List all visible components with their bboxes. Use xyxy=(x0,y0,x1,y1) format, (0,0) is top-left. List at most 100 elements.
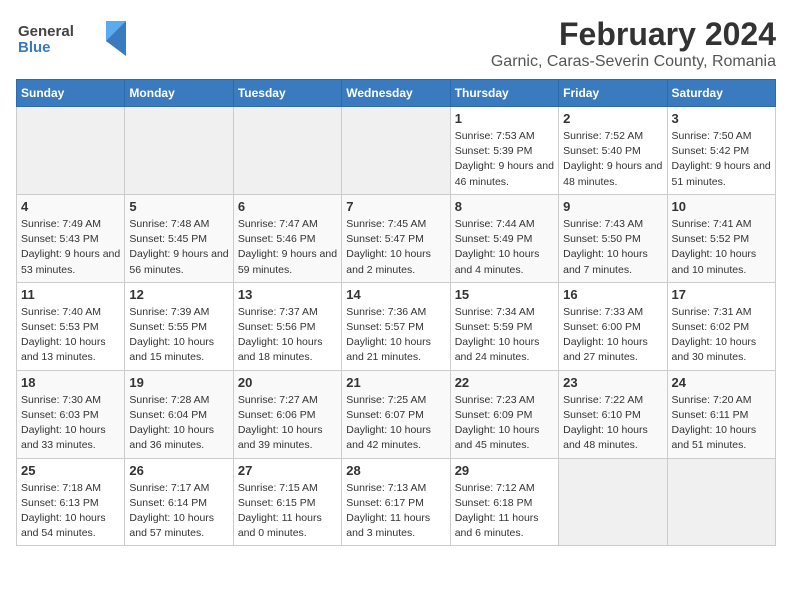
calendar-table: Sunday Monday Tuesday Wednesday Thursday… xyxy=(16,79,776,546)
day-number: 23 xyxy=(563,375,662,390)
day-info: Sunrise: 7:33 AMSunset: 6:00 PMDaylight:… xyxy=(563,305,662,366)
header-saturday: Saturday xyxy=(667,80,775,107)
day-info: Sunrise: 7:37 AMSunset: 5:56 PMDaylight:… xyxy=(238,305,337,366)
calendar-cell: 9 Sunrise: 7:43 AMSunset: 5:50 PMDaylight… xyxy=(559,194,667,282)
day-info: Sunrise: 7:47 AMSunset: 5:46 PMDaylight:… xyxy=(238,217,337,278)
calendar-cell: 11 Sunrise: 7:40 AMSunset: 5:53 PMDayligh… xyxy=(17,282,125,370)
day-info: Sunrise: 7:39 AMSunset: 5:55 PMDaylight:… xyxy=(129,305,228,366)
svg-text:General: General xyxy=(18,23,74,40)
calendar-cell: 17 Sunrise: 7:31 AMSunset: 6:02 PMDayligh… xyxy=(667,282,775,370)
day-info: Sunrise: 7:13 AMSunset: 6:17 PMDaylight:… xyxy=(346,481,445,542)
day-number: 19 xyxy=(129,375,228,390)
weekday-header-row: Sunday Monday Tuesday Wednesday Thursday… xyxy=(17,80,776,107)
day-number: 11 xyxy=(21,287,120,302)
day-number: 14 xyxy=(346,287,445,302)
calendar-cell xyxy=(233,107,341,195)
day-info: Sunrise: 7:50 AMSunset: 5:42 PMDaylight:… xyxy=(672,129,771,190)
day-info: Sunrise: 7:22 AMSunset: 6:10 PMDaylight:… xyxy=(563,393,662,454)
day-number: 29 xyxy=(455,463,554,478)
day-number: 8 xyxy=(455,199,554,214)
calendar-title: February 2024 xyxy=(491,16,776,53)
day-number: 20 xyxy=(238,375,337,390)
calendar-cell: 4 Sunrise: 7:49 AMSunset: 5:43 PMDaylight… xyxy=(17,194,125,282)
calendar-cell xyxy=(342,107,450,195)
day-number: 16 xyxy=(563,287,662,302)
day-number: 18 xyxy=(21,375,120,390)
calendar-week-3: 11 Sunrise: 7:40 AMSunset: 5:53 PMDayligh… xyxy=(17,282,776,370)
calendar-cell: 19 Sunrise: 7:28 AMSunset: 6:04 PMDayligh… xyxy=(125,370,233,458)
day-info: Sunrise: 7:15 AMSunset: 6:15 PMDaylight:… xyxy=(238,481,337,542)
calendar-cell: 29Sunrise: 7:12 AMSunset: 6:18 PMDayligh… xyxy=(450,458,558,546)
calendar-cell: 13 Sunrise: 7:37 AMSunset: 5:56 PMDayligh… xyxy=(233,282,341,370)
day-number: 22 xyxy=(455,375,554,390)
calendar-cell: 20 Sunrise: 7:27 AMSunset: 6:06 PMDayligh… xyxy=(233,370,341,458)
calendar-cell: 5 Sunrise: 7:48 AMSunset: 5:45 PMDaylight… xyxy=(125,194,233,282)
day-number: 6 xyxy=(238,199,337,214)
day-number: 4 xyxy=(21,199,120,214)
calendar-week-2: 4 Sunrise: 7:49 AMSunset: 5:43 PMDaylight… xyxy=(17,194,776,282)
day-number: 9 xyxy=(563,199,662,214)
day-info: Sunrise: 7:48 AMSunset: 5:45 PMDaylight:… xyxy=(129,217,228,278)
calendar-cell: 26 Sunrise: 7:17 AMSunset: 6:14 PMDayligh… xyxy=(125,458,233,546)
day-info: Sunrise: 7:25 AMSunset: 6:07 PMDaylight:… xyxy=(346,393,445,454)
day-info: Sunrise: 7:41 AMSunset: 5:52 PMDaylight:… xyxy=(672,217,771,278)
day-info: Sunrise: 7:20 AMSunset: 6:11 PMDaylight:… xyxy=(672,393,771,454)
logo: General Blue xyxy=(16,16,126,65)
calendar-cell: 7 Sunrise: 7:45 AMSunset: 5:47 PMDaylight… xyxy=(342,194,450,282)
header-thursday: Thursday xyxy=(450,80,558,107)
day-info: Sunrise: 7:49 AMSunset: 5:43 PMDaylight:… xyxy=(21,217,120,278)
day-info: Sunrise: 7:44 AMSunset: 5:49 PMDaylight:… xyxy=(455,217,554,278)
day-number: 1 xyxy=(455,111,554,126)
day-number: 7 xyxy=(346,199,445,214)
calendar-cell xyxy=(17,107,125,195)
day-number: 27 xyxy=(238,463,337,478)
calendar-cell: 27 Sunrise: 7:15 AMSunset: 6:15 PMDayligh… xyxy=(233,458,341,546)
day-number: 13 xyxy=(238,287,337,302)
day-number: 3 xyxy=(672,111,771,126)
day-info: Sunrise: 7:45 AMSunset: 5:47 PMDaylight:… xyxy=(346,217,445,278)
day-info: Sunrise: 7:28 AMSunset: 6:04 PMDaylight:… xyxy=(129,393,228,454)
calendar-cell: 12 Sunrise: 7:39 AMSunset: 5:55 PMDayligh… xyxy=(125,282,233,370)
day-info: Sunrise: 7:18 AMSunset: 6:13 PMDaylight:… xyxy=(21,481,120,542)
calendar-cell: 10 Sunrise: 7:41 AMSunset: 5:52 PMDayligh… xyxy=(667,194,775,282)
header-tuesday: Tuesday xyxy=(233,80,341,107)
calendar-cell xyxy=(125,107,233,195)
calendar-subtitle: Garnic, Caras-Severin County, Romania xyxy=(491,53,776,71)
svg-text:Blue: Blue xyxy=(18,39,51,56)
calendar-week-1: 1 Sunrise: 7:53 AMSunset: 5:39 PMDaylight… xyxy=(17,107,776,195)
calendar-body: 1 Sunrise: 7:53 AMSunset: 5:39 PMDaylight… xyxy=(17,107,776,546)
day-number: 17 xyxy=(672,287,771,302)
calendar-cell xyxy=(667,458,775,546)
day-number: 15 xyxy=(455,287,554,302)
day-number: 2 xyxy=(563,111,662,126)
header-wednesday: Wednesday xyxy=(342,80,450,107)
day-info: Sunrise: 7:17 AMSunset: 6:14 PMDaylight:… xyxy=(129,481,228,542)
calendar-cell: 8 Sunrise: 7:44 AMSunset: 5:49 PMDaylight… xyxy=(450,194,558,282)
day-info: Sunrise: 7:43 AMSunset: 5:50 PMDaylight:… xyxy=(563,217,662,278)
calendar-cell: 23 Sunrise: 7:22 AMSunset: 6:10 PMDayligh… xyxy=(559,370,667,458)
day-info: Sunrise: 7:34 AMSunset: 5:59 PMDaylight:… xyxy=(455,305,554,366)
day-info: Sunrise: 7:27 AMSunset: 6:06 PMDaylight:… xyxy=(238,393,337,454)
day-number: 5 xyxy=(129,199,228,214)
day-info: Sunrise: 7:52 AMSunset: 5:40 PMDaylight:… xyxy=(563,129,662,190)
header-friday: Friday xyxy=(559,80,667,107)
calendar-cell: 16 Sunrise: 7:33 AMSunset: 6:00 PMDayligh… xyxy=(559,282,667,370)
day-info: Sunrise: 7:40 AMSunset: 5:53 PMDaylight:… xyxy=(21,305,120,366)
day-number: 10 xyxy=(672,199,771,214)
day-info: Sunrise: 7:53 AMSunset: 5:39 PMDaylight:… xyxy=(455,129,554,190)
logo-wordmark: General Blue xyxy=(16,16,126,65)
calendar-week-4: 18Sunrise: 7:30 AMSunset: 6:03 PMDayligh… xyxy=(17,370,776,458)
calendar-cell: 6 Sunrise: 7:47 AMSunset: 5:46 PMDaylight… xyxy=(233,194,341,282)
day-info: Sunrise: 7:31 AMSunset: 6:02 PMDaylight:… xyxy=(672,305,771,366)
title-area: February 2024 Garnic, Caras-Severin Coun… xyxy=(491,16,776,71)
day-info: Sunrise: 7:36 AMSunset: 5:57 PMDaylight:… xyxy=(346,305,445,366)
calendar-cell: 25Sunrise: 7:18 AMSunset: 6:13 PMDayligh… xyxy=(17,458,125,546)
day-number: 26 xyxy=(129,463,228,478)
day-info: Sunrise: 7:23 AMSunset: 6:09 PMDaylight:… xyxy=(455,393,554,454)
day-number: 12 xyxy=(129,287,228,302)
logo-svg: General Blue xyxy=(16,16,126,60)
calendar-cell: 2 Sunrise: 7:52 AMSunset: 5:40 PMDaylight… xyxy=(559,107,667,195)
day-number: 28 xyxy=(346,463,445,478)
calendar-cell: 18Sunrise: 7:30 AMSunset: 6:03 PMDayligh… xyxy=(17,370,125,458)
day-number: 24 xyxy=(672,375,771,390)
